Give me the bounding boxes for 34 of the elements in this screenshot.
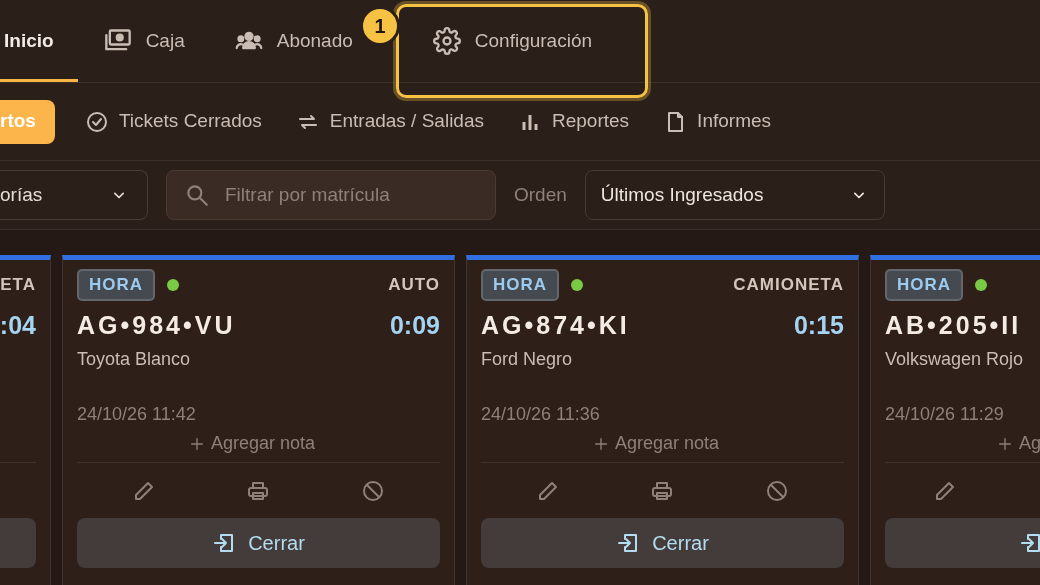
rate-badge: HORA — [77, 269, 156, 301]
vehicle-type: ETA — [0, 274, 36, 297]
sub-tab[interactable]: Reportes — [506, 99, 642, 144]
close-ticket-button[interactable]: Cerrar — [481, 518, 844, 568]
nav-tab[interactable]: Abonado — [208, 0, 355, 82]
add-note-link[interactable]: Ag — [997, 430, 1040, 457]
vehicle-description: Toyota Blanco — [77, 349, 191, 369]
sub-tab[interactable]: Entradas / Salidas — [283, 99, 496, 144]
entry-time: 24/10/26 11:29 — [885, 404, 1004, 424]
license-plate: AB•205•II — [885, 310, 1022, 342]
add-note-link[interactable]: Agregar nota — [189, 430, 316, 457]
entry-time: 24/10/26 11:36 — [481, 404, 600, 424]
close-ticket-button[interactable]: Cerrar — [77, 518, 440, 568]
rate-badge: HORA — [481, 269, 560, 301]
elapsed-time: 0:15 — [793, 310, 844, 342]
nav-tab[interactable]: Caja — [77, 0, 209, 82]
elapsed-time: :04 — [0, 310, 36, 342]
vehicle-type: AUTO — [388, 274, 440, 297]
license-plate: AG•874•KI — [481, 310, 630, 342]
order-label: Orden — [514, 182, 567, 207]
license-plate: AG•984•VU — [77, 310, 236, 342]
sub-tab[interactable]: Tickets Cerrados — [72, 99, 274, 144]
order-dropdown[interactable]: Últimos Ingresados — [584, 170, 885, 220]
vehicle-description: Volkswagen Rojo — [885, 349, 1024, 369]
elapsed-time: 0:09 — [389, 310, 440, 342]
entry-time: 24/10/26 11:42 — [77, 404, 196, 424]
sub-tab[interactable]: Informes — [651, 99, 784, 144]
rate-badge: HORA — [885, 269, 964, 301]
search-field[interactable]: Filtrar por matrícula — [166, 170, 496, 220]
nav-tab[interactable]: Configuración — [400, 0, 617, 82]
vehicle-description: Ford Negro — [481, 349, 573, 369]
vehicle-type: CAMIONETA — [733, 274, 844, 297]
add-note-link[interactable]: Agregar nota — [593, 430, 720, 457]
category-dropdown[interactable]: orías — [0, 170, 148, 220]
